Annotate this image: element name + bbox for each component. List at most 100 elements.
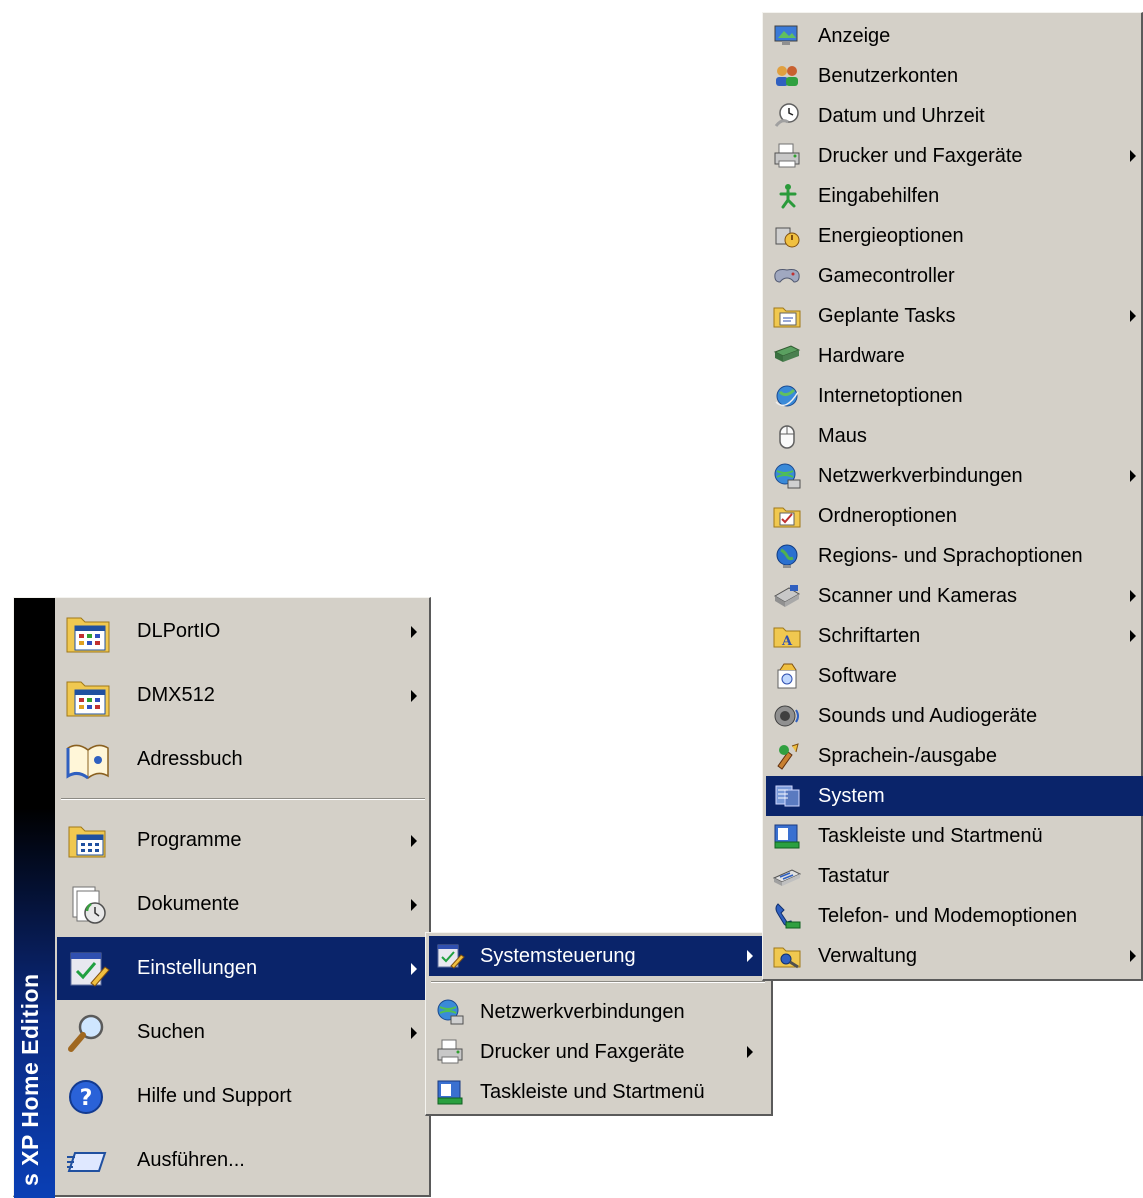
cpanel-item-label: Anzeige — [818, 24, 891, 47]
submenu-arrow-icon — [411, 1027, 417, 1039]
accessibility-icon — [772, 182, 802, 210]
start-item-programme[interactable]: Programme — [57, 809, 429, 872]
programs-icon — [65, 819, 111, 863]
cpanel-item-drucker-und-faxgeräte[interactable]: Drucker und Faxgeräte — [766, 136, 1143, 176]
menu-separator — [431, 981, 765, 983]
start-item-ausfuehren[interactable]: Ausführen... — [57, 1129, 429, 1192]
cpanel-item-anzeige[interactable]: Anzeige — [766, 16, 1143, 56]
settings-item-label: Systemsteuerung — [480, 944, 636, 967]
start-item-label: Suchen — [137, 1021, 205, 1043]
cpanel-item-label: Scanner und Kameras — [818, 584, 1018, 607]
settings-item-netzwerkverbindungen[interactable]: Netzwerkverbindungen — [429, 992, 767, 1032]
cpanel-item-maus[interactable]: Maus — [766, 416, 1143, 456]
submenu-arrow-icon — [1130, 310, 1136, 322]
settings-item-systemsteuerung[interactable]: Systemsteuerung — [429, 936, 767, 976]
settings-icon — [65, 947, 111, 991]
start-item-einstellungen[interactable]: Einstellungen — [57, 937, 429, 1000]
cpanel-item-software[interactable]: Software — [766, 656, 1143, 696]
cpanel-item-hardware[interactable]: Hardware — [766, 336, 1143, 376]
banner-text: s XP Home Edition — [17, 973, 43, 1186]
cpanel-item-label: Telefon- und Modemoptionen — [818, 904, 1078, 927]
start-item-label: Dokumente — [137, 893, 240, 915]
run-icon — [65, 1139, 111, 1183]
submenu-arrow-icon — [747, 1046, 753, 1058]
svg-text:?: ? — [80, 1086, 93, 1111]
cpanel-item-label: Internetoptionen — [818, 384, 963, 407]
start-item-hilfe[interactable]: ? Hilfe und Support — [57, 1065, 429, 1128]
submenu-arrow-icon — [411, 963, 417, 975]
program-folder-icon — [65, 674, 111, 718]
cpanel-item-label: Datum und Uhrzeit — [818, 104, 985, 127]
cpanel-item-gamecontroller[interactable]: Gamecontroller — [766, 256, 1143, 296]
start-item-dokumente[interactable]: Dokumente — [57, 873, 429, 936]
cpanel-item-internetoptionen[interactable]: Internetoptionen — [766, 376, 1143, 416]
submenu-arrow-icon — [1130, 150, 1136, 162]
fonts-icon: A — [772, 622, 802, 650]
internet-icon — [772, 382, 802, 410]
cpanel-item-regions-und-sprachoptionen[interactable]: Regions- und Sprachoptionen — [766, 536, 1143, 576]
program-folder-icon — [65, 610, 111, 654]
cpanel-item-sounds-und-audiogeräte[interactable]: Sounds und Audiogeräte — [766, 696, 1143, 736]
cpanel-item-label: Taskleiste und Startmenü — [818, 824, 1043, 847]
keyboard-icon — [772, 862, 802, 890]
cpanel-item-netzwerkverbindungen[interactable]: Netzwerkverbindungen — [766, 456, 1143, 496]
settings-item-taskleiste[interactable]: Taskleiste und Startmenü — [429, 1072, 767, 1112]
cpanel-item-energieoptionen[interactable]: Energieoptionen — [766, 216, 1143, 256]
cpanel-item-geplante-tasks[interactable]: Geplante Tasks — [766, 296, 1143, 336]
cpanel-item-label: Tastatur — [818, 864, 890, 887]
cpanel-item-label: Schriftarten — [818, 624, 921, 647]
cpanel-item-verwaltung[interactable]: Verwaltung — [766, 936, 1143, 976]
submenu-arrow-icon — [1130, 590, 1136, 602]
cpanel-item-tastatur[interactable]: Tastatur — [766, 856, 1143, 896]
cpanel-item-benutzerkonten[interactable]: Benutzerkonten — [766, 56, 1143, 96]
cpanel-item-taskleiste-und-startmenü[interactable]: Taskleiste und Startmenü — [766, 816, 1143, 856]
cpanel-item-scanner-und-kameras[interactable]: Scanner und Kameras — [766, 576, 1143, 616]
documents-icon — [65, 883, 111, 927]
system-icon — [772, 782, 802, 810]
start-item-label: Programme — [137, 829, 242, 851]
software-icon — [772, 662, 802, 690]
start-item-adressbuch[interactable]: Adressbuch — [57, 728, 429, 791]
phone-icon — [772, 902, 802, 930]
start-item-label: DMX512 — [137, 684, 215, 706]
speaker-icon — [772, 702, 802, 730]
globe-icon — [772, 542, 802, 570]
user-accounts-icon — [772, 62, 802, 90]
submenu-arrow-icon — [747, 950, 753, 962]
settings-item-drucker[interactable]: Drucker und Faxgeräte — [429, 1032, 767, 1072]
cpanel-item-label: Benutzerkonten — [818, 64, 959, 87]
submenu-arrow-icon — [1130, 950, 1136, 962]
start-item-label: Einstellungen — [137, 957, 258, 979]
cpanel-item-label: Maus — [818, 424, 867, 447]
cpanel-item-ordneroptionen[interactable]: Ordneroptionen — [766, 496, 1143, 536]
start-item-label: Hilfe und Support — [137, 1085, 292, 1107]
cpanel-item-label: Sprachein-/ausgabe — [818, 744, 998, 767]
cpanel-item-label: Netzwerkverbindungen — [818, 464, 1023, 487]
cpanel-item-system[interactable]: System — [766, 776, 1143, 816]
start-item-label: DLPortIO — [137, 620, 221, 642]
start-item-dlportio[interactable]: DLPortIO — [57, 600, 429, 663]
submenu-arrow-icon — [411, 626, 417, 638]
cpanel-item-sprachein-ausgabe[interactable]: Sprachein-/ausgabe — [766, 736, 1143, 776]
start-item-dmx512[interactable]: DMX512 — [57, 664, 429, 727]
folder-options-icon — [772, 502, 802, 530]
start-item-suchen[interactable]: Suchen — [57, 1001, 429, 1064]
cpanel-item-telefon-und-modemoptionen[interactable]: Telefon- und Modemoptionen — [766, 896, 1143, 936]
start-menu-banner: s XP Home Edition — [14, 598, 55, 1198]
cpanel-item-eingabehilfen[interactable]: Eingabehilfen — [766, 176, 1143, 216]
cpanel-item-datum-und-uhrzeit[interactable]: Datum und Uhrzeit — [766, 96, 1143, 136]
help-icon: ? — [65, 1075, 111, 1119]
submenu-arrow-icon — [1130, 470, 1136, 482]
cpanel-item-schriftarten[interactable]: A Schriftarten — [766, 616, 1143, 656]
menu-separator — [61, 798, 425, 800]
submenu-arrow-icon — [1130, 630, 1136, 642]
cpanel-item-label: Ordneroptionen — [818, 504, 957, 527]
taskbar-icon — [772, 822, 802, 850]
display-icon — [772, 22, 802, 50]
mouse-icon — [772, 422, 802, 450]
cpanel-item-label: Drucker und Faxgeräte — [818, 144, 1023, 167]
printer-icon — [772, 142, 802, 170]
clock-icon — [772, 102, 802, 130]
start-item-label: Adressbuch — [137, 748, 243, 770]
network-icon — [435, 998, 465, 1026]
